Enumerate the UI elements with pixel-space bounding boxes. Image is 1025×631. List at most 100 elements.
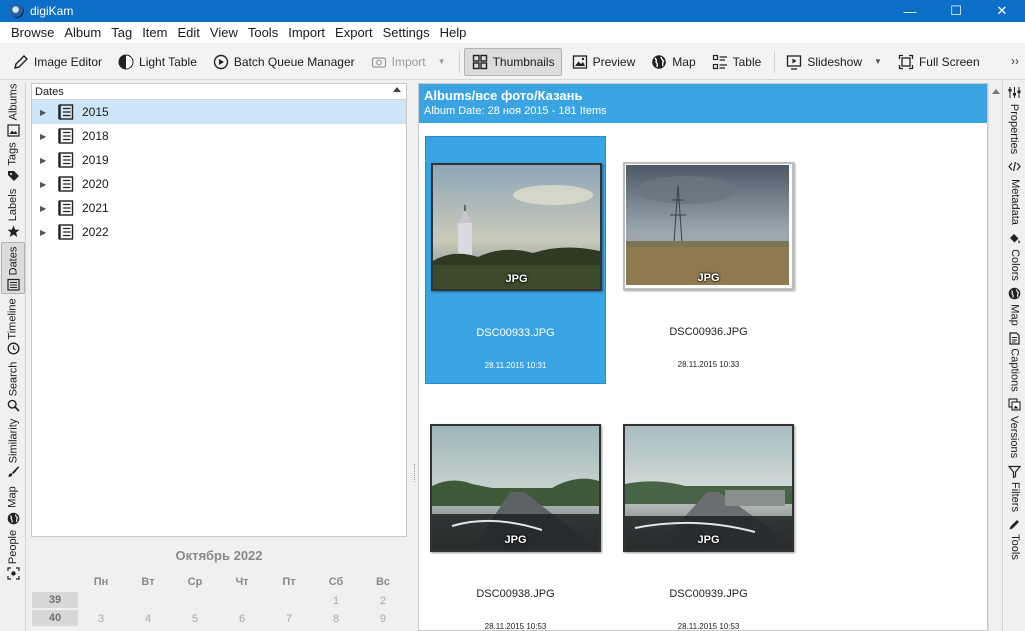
tab-timeline[interactable]: Timeline — [1, 297, 25, 341]
dates-tree-panel: Dates ▶ 2015 ▶ 2018 ▶ 2019 ▶ 2020 ▶ 2021… — [31, 83, 407, 537]
dates-column-header[interactable]: Dates — [32, 84, 406, 100]
tab-map-right[interactable]: Map — [1003, 302, 1025, 328]
menu-item[interactable]: Item — [137, 25, 172, 40]
file-type-badge: JPG — [504, 534, 527, 546]
year-label: 2018 — [82, 129, 109, 143]
maximize-button[interactable]: ☐ — [933, 0, 979, 22]
slideshow-dropdown-icon[interactable]: ▼ — [874, 57, 882, 66]
calendar-day[interactable]: 8 — [316, 613, 356, 625]
light-table-icon — [117, 53, 135, 71]
tab-similarity[interactable]: Similarity — [1, 416, 25, 466]
weekday-header: Пн — [93, 576, 109, 588]
menu-import[interactable]: Import — [283, 25, 330, 40]
tree-row-year[interactable]: ▶ 2022 — [32, 220, 406, 244]
month-calendar: Октябрь 2022 Пн Вт Ср Чт Пт Сб Вс 39 1 2… — [31, 540, 407, 631]
menu-edit[interactable]: Edit — [172, 25, 204, 40]
menu-browse[interactable]: Browse — [6, 25, 59, 40]
thumbnails-button[interactable]: Thumbnails — [463, 47, 562, 76]
calendar-day[interactable]: 9 — [363, 613, 403, 625]
thumbnail-item[interactable]: JPG DSC00936.JPG 28.11.2015 10:33 — [618, 136, 799, 384]
main-toolbar: Image Editor Light Table Batch Queue Man… — [0, 44, 1025, 80]
table-button[interactable]: Table — [705, 48, 768, 76]
import-label: Import — [391, 54, 426, 69]
minimize-button[interactable]: — — [887, 0, 933, 22]
panel-splitter[interactable] — [410, 81, 418, 631]
light-table-button[interactable]: Light Table — [111, 48, 203, 76]
close-button[interactable]: ✕ — [979, 0, 1025, 22]
tab-people[interactable]: People — [1, 528, 25, 566]
toolbar-overflow-button[interactable]: ›› — [1011, 54, 1019, 68]
album-title: Albums/все фото/Казань — [424, 88, 583, 103]
calendar-icon — [58, 200, 74, 216]
menu-album[interactable]: Album — [59, 25, 106, 40]
globe-icon — [6, 511, 20, 525]
tab-tools[interactable]: Tools — [1003, 533, 1025, 561]
thumbnail-item[interactable]: JPG DSC00938.JPG 28.11.2015 10:53 — [425, 398, 606, 631]
tab-colors[interactable]: Colors — [1003, 247, 1025, 283]
thumbnail-scrollbar[interactable] — [988, 83, 1001, 631]
weekday-header: Чт — [235, 576, 249, 588]
file-date: 28.11.2015 10:31 — [484, 361, 547, 370]
week-number[interactable]: 40 — [32, 610, 78, 626]
map-button[interactable]: Map — [644, 48, 701, 76]
expand-arrow-icon[interactable]: ▶ — [40, 108, 50, 117]
slideshow-button[interactable]: Slideshow ▼ — [779, 48, 888, 76]
tab-metadata[interactable]: Metadata — [1003, 175, 1025, 229]
tree-row-year[interactable]: ▶ 2015 — [32, 100, 406, 124]
tab-map[interactable]: Map — [1, 482, 25, 512]
tree-row-year[interactable]: ▶ 2021 — [32, 196, 406, 220]
year-label: 2019 — [82, 153, 109, 167]
expand-arrow-icon[interactable]: ▶ — [40, 156, 50, 165]
search-icon — [6, 398, 20, 412]
tab-albums[interactable]: Albums — [1, 83, 25, 121]
tab-search[interactable]: Search — [1, 359, 25, 399]
image-editor-button[interactable]: Image Editor — [6, 48, 108, 76]
import-button[interactable]: Import ▼ — [364, 48, 452, 76]
tab-filters[interactable]: Filters — [1003, 480, 1025, 514]
code-icon — [1007, 159, 1021, 173]
full-screen-button[interactable]: Full Screen — [891, 48, 986, 76]
expand-arrow-icon[interactable]: ▶ — [40, 180, 50, 189]
calendar-day[interactable]: 7 — [269, 613, 309, 625]
tree-row-year[interactable]: ▶ 2018 — [32, 124, 406, 148]
tab-versions[interactable]: Versions — [1003, 413, 1025, 461]
tab-labels[interactable]: Labels — [1, 185, 25, 225]
expand-arrow-icon[interactable]: ▶ — [40, 228, 50, 237]
calendar-icon — [58, 176, 74, 192]
tab-tags[interactable]: Tags — [1, 139, 25, 169]
batch-queue-manager-button[interactable]: Batch Queue Manager — [206, 48, 361, 76]
calendar-icon — [58, 104, 74, 120]
year-label: 2021 — [82, 201, 109, 215]
calendar-day[interactable]: 4 — [128, 613, 168, 625]
calendar-icon — [6, 277, 20, 291]
expand-arrow-icon[interactable]: ▶ — [40, 132, 50, 141]
file-date: 28.11.2015 10:53 — [677, 622, 740, 631]
thumbnail-item[interactable]: JPG DSC00933.JPG 28.11.2015 10:31 — [425, 136, 606, 384]
tab-properties[interactable]: Properties — [1003, 101, 1025, 157]
tab-dates[interactable]: Dates — [1, 242, 25, 294]
expand-arrow-icon[interactable]: ▶ — [40, 204, 50, 213]
calendar-day[interactable]: 6 — [222, 613, 262, 625]
year-label: 2020 — [82, 177, 109, 191]
thumbnail-item[interactable]: JPG DSC00939.JPG 28.11.2015 10:53 — [618, 398, 799, 631]
calendar-day[interactable]: 5 — [175, 613, 215, 625]
menu-tag[interactable]: Tag — [106, 25, 137, 40]
scroll-up-arrow-icon[interactable] — [992, 89, 1000, 94]
calendar-day[interactable]: 1 — [316, 595, 356, 607]
tree-row-year[interactable]: ▶ 2019 — [32, 148, 406, 172]
tree-row-year[interactable]: ▶ 2020 — [32, 172, 406, 196]
brush-icon — [6, 464, 20, 478]
tab-captions[interactable]: Captions — [1003, 347, 1025, 393]
week-number[interactable]: 39 — [32, 592, 78, 608]
preview-button[interactable]: Preview — [565, 48, 642, 76]
globe-icon — [1007, 286, 1021, 300]
import-dropdown-icon[interactable]: ▼ — [438, 57, 446, 66]
menu-view[interactable]: View — [205, 25, 243, 40]
image-editor-label: Image Editor — [34, 54, 103, 69]
menu-tools[interactable]: Tools — [243, 25, 283, 40]
calendar-day[interactable]: 3 — [81, 613, 121, 625]
menu-settings[interactable]: Settings — [378, 25, 435, 40]
menu-export[interactable]: Export — [330, 25, 378, 40]
menu-help[interactable]: Help — [435, 25, 472, 40]
calendar-day[interactable]: 2 — [363, 595, 403, 607]
